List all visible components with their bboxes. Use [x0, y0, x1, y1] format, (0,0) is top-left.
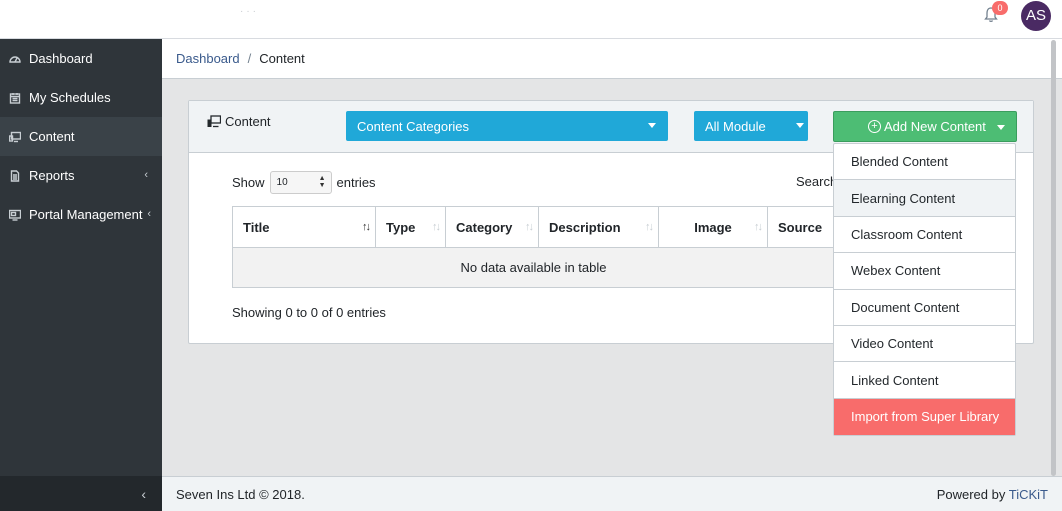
chevron-left-icon: ‹ — [144, 169, 148, 181]
menu-item-document-content[interactable]: Document Content — [834, 290, 1015, 326]
card-title: Content — [207, 114, 271, 129]
sidebar-item-reports[interactable]: Reports ‹ — [0, 156, 162, 195]
sort-icon: ↑↓ — [362, 221, 371, 233]
content-table: Title ↑↓ Type ↑↓ Category ↑↓ Description ↑↓ … — [232, 206, 835, 288]
content-categories-value: Content Categories — [357, 118, 470, 134]
brand-logo-placeholder: ··· — [240, 6, 259, 17]
table-info: Showing 0 to 0 of 0 entries — [232, 305, 386, 320]
calendar-icon — [0, 92, 28, 104]
caret-down-icon — [648, 123, 656, 128]
top-navbar: ··· 0 AS — [0, 0, 1062, 39]
sidebar-item-content[interactable]: Content — [0, 117, 162, 156]
menu-item-elearning-content[interactable]: Elearning Content — [834, 180, 1015, 217]
add-content-dropdown-menu: Blended Content Elearning Content Classr… — [833, 143, 1016, 436]
menu-item-import-super-library[interactable]: Import from Super Library — [834, 398, 1015, 435]
column-source-label: Source — [778, 219, 823, 235]
card-title-text: Content — [225, 114, 271, 129]
column-title-label: Title — [243, 219, 270, 235]
sort-icon: ↑↓ — [525, 221, 534, 233]
column-image-label: Image — [694, 219, 732, 235]
menu-item-webex-content[interactable]: Webex Content — [834, 253, 1015, 290]
column-header-title[interactable]: Title ↑↓ — [232, 206, 376, 248]
menu-item-classroom-content[interactable]: Classroom Content — [834, 217, 1015, 254]
table-header-row: Title ↑↓ Type ↑↓ Category ↑↓ Description ↑↓ … — [232, 206, 835, 248]
page-length-select[interactable]: 10 ▲ ▼ — [269, 171, 332, 194]
entries-label: entries — [336, 175, 376, 190]
sidebar-minimize-button[interactable]: ‹ — [0, 476, 162, 511]
dropdown-toggle-caret-icon[interactable] — [997, 125, 1005, 130]
sidebar-item-label: Content — [29, 129, 75, 144]
column-header-type[interactable]: Type ↑↓ — [375, 206, 446, 248]
caret-down-icon — [796, 123, 804, 128]
sort-icon: ↑↓ — [432, 221, 441, 233]
sidebar-item-my-schedules[interactable]: My Schedules — [0, 78, 162, 117]
select-arrows-icon: ▲ ▼ — [318, 175, 326, 189]
footer: Seven Ins Ltd © 2018. Powered by TiCKiT — [162, 476, 1062, 511]
column-header-description[interactable]: Description ↑↓ — [538, 206, 659, 248]
footer-powered-by: Powered by TiCKiT — [937, 487, 1048, 502]
screen-icon — [0, 209, 28, 221]
table-row: No data available in table — [232, 247, 835, 288]
sidebar-item-label: My Schedules — [29, 90, 111, 105]
sidebar-item-label: Reports — [29, 168, 75, 183]
sidebar-item-label: Portal Management — [29, 207, 143, 222]
column-header-source[interactable]: Source — [767, 206, 835, 248]
breadcrumb-current: Content — [259, 51, 305, 66]
breadcrumb-dashboard-link[interactable]: Dashboard — [176, 51, 240, 66]
footer-powered-prefix: Powered by — [936, 486, 1006, 502]
column-category-label: Category — [456, 219, 513, 235]
footer-copyright: Seven Ins Ltd © 2018. — [176, 486, 305, 502]
document-icon — [0, 169, 28, 182]
search-label: Search — [796, 174, 838, 189]
menu-item-video-content[interactable]: Video Content — [834, 326, 1015, 363]
monitor-icon — [0, 131, 28, 143]
module-select[interactable]: All Module — [694, 111, 808, 141]
breadcrumb-separator: / — [247, 51, 252, 66]
chevron-left-icon: ‹ — [141, 485, 146, 502]
footer-tickit-link[interactable]: TiCKiT — [1009, 487, 1048, 502]
empty-table-message: No data available in table — [232, 247, 835, 288]
sidebar-item-dashboard[interactable]: Dashboard — [0, 39, 162, 78]
sort-icon: ↑↓ — [754, 221, 763, 233]
sidebar: Dashboard My Schedules Content Reports ‹… — [0, 39, 162, 511]
notification-badge: 0 — [992, 1, 1008, 15]
page-length-value: 10 — [276, 177, 288, 188]
menu-item-linked-content[interactable]: Linked Content — [834, 362, 1015, 399]
vertical-scrollbar[interactable] — [1047, 40, 1059, 476]
dashboard-icon — [0, 53, 28, 65]
show-label: Show — [232, 175, 265, 190]
scrollbar-thumb[interactable] — [1051, 40, 1056, 476]
user-avatar[interactable]: AS — [1021, 1, 1051, 31]
module-select-value: All Module — [705, 118, 766, 134]
column-header-image[interactable]: Image ↑↓ — [658, 206, 768, 248]
monitor-icon — [207, 115, 221, 128]
column-type-label: Type — [386, 219, 416, 235]
sort-icon: ↑↓ — [645, 221, 654, 233]
column-header-category[interactable]: Category ↑↓ — [445, 206, 539, 248]
menu-item-blended-content[interactable]: Blended Content — [834, 144, 1015, 181]
plus-circle-icon: + — [868, 120, 881, 133]
content-categories-select[interactable]: Content Categories — [346, 111, 668, 141]
sidebar-item-portal-management[interactable]: Portal Management ‹ — [0, 195, 162, 234]
add-new-content-label: Add New Content — [884, 119, 986, 134]
add-new-content-button[interactable]: + Add New Content — [833, 111, 1017, 142]
column-description-label: Description — [549, 219, 621, 235]
add-new-content-main: + Add New Content — [834, 119, 986, 134]
show-entries-control: Show 10 ▲ ▼ entries — [232, 171, 376, 194]
chevron-left-icon: ‹ — [147, 208, 151, 220]
sidebar-item-label: Dashboard — [29, 51, 93, 66]
breadcrumb: Dashboard / Content — [162, 39, 1062, 79]
